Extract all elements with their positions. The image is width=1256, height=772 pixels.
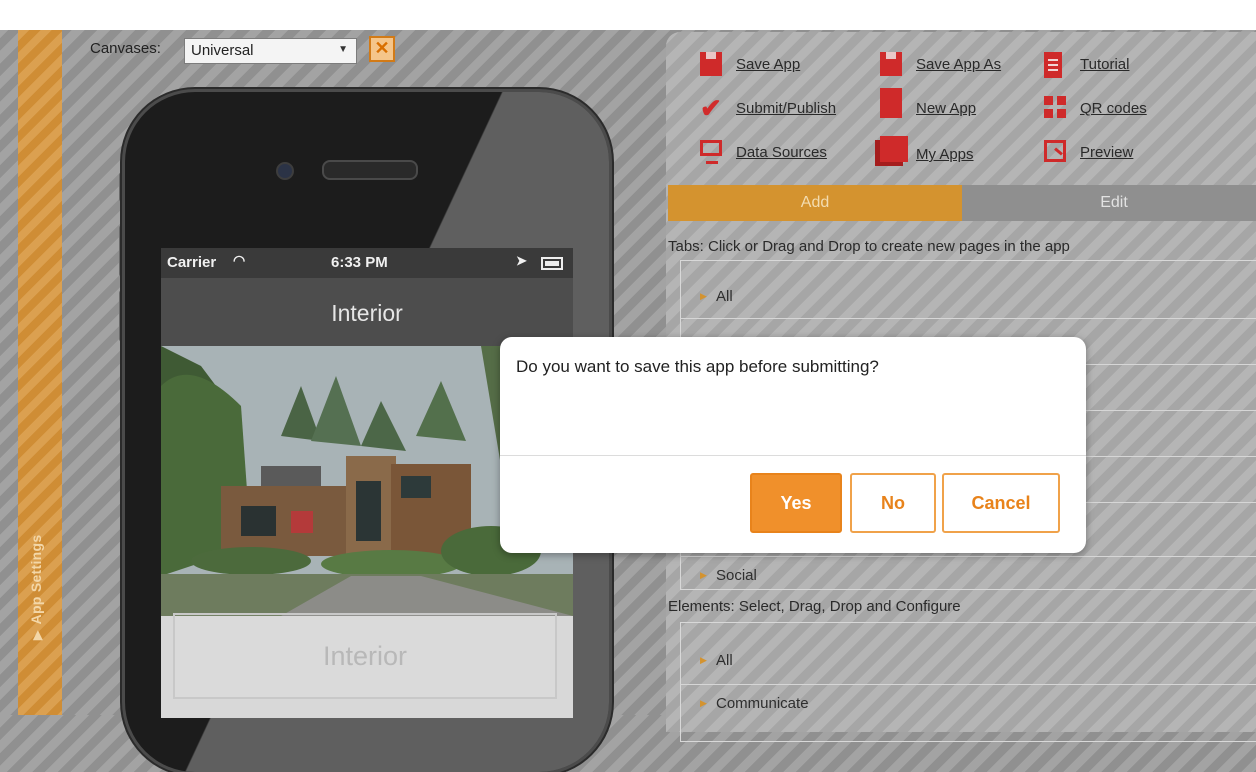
expand-arrow-icon: ▶ (700, 570, 707, 580)
save-app-as-button[interactable]: Save App As (880, 52, 1030, 80)
top-strip (0, 0, 1256, 30)
tab-add[interactable]: Add (668, 185, 962, 221)
data-sources-button[interactable]: Data Sources (700, 140, 860, 168)
data-sources-label: Data Sources (736, 144, 827, 161)
yes-button[interactable]: Yes (750, 473, 842, 533)
app-settings-label: App Settings (28, 534, 44, 625)
my-apps-icon (880, 136, 908, 162)
save-confirm-dialog: Do you want to save this app before subm… (500, 337, 1086, 553)
dialog-message: Do you want to save this app before subm… (516, 357, 879, 376)
monitor-icon (700, 140, 722, 164)
expand-triangle-icon: ▶ (30, 630, 44, 640)
phone-camera (276, 162, 294, 180)
app-nav-bar: Interior (161, 278, 573, 346)
list-item-label: Social (716, 567, 757, 584)
phone-speaker (322, 160, 418, 180)
my-apps-button[interactable]: My Apps (880, 136, 1020, 164)
qr-code-icon (1044, 96, 1066, 118)
list-item-label: All (716, 288, 733, 305)
tabs-section-label: Tabs: Click or Drag and Drop to create n… (668, 238, 1070, 255)
preview-magnifier-icon (1044, 140, 1066, 162)
checkmark-icon: ✔ (700, 93, 722, 123)
list-item[interactable]: ▶ All (680, 278, 1256, 318)
save-app-button[interactable]: Save App (700, 52, 840, 80)
submit-publish-label: Submit/Publish (736, 100, 837, 117)
list-item[interactable]: ▶ All (680, 642, 1256, 682)
save-app-as-label: Save App As (916, 56, 1002, 73)
expand-arrow-icon: ▶ (700, 291, 707, 301)
elements-list (680, 622, 1256, 742)
app-settings-toggle[interactable]: ▶ App Settings (28, 535, 44, 640)
elements-section-label: Elements: Select, Drag, Drop and Configu… (668, 598, 961, 615)
wifi-icon: ◠ (233, 252, 246, 268)
expand-arrow-icon: ▶ (700, 698, 707, 708)
battery-icon (541, 257, 563, 270)
save-app-label: Save App (736, 56, 801, 73)
app-nav-title: Interior (331, 300, 403, 326)
cancel-button[interactable]: Cancel (942, 473, 1060, 533)
list-item[interactable]: ▶ Communicate (680, 684, 1256, 724)
canvas-select-value: Universal (191, 42, 254, 59)
status-bar: Carrier ◠ 6:33 PM ➤ (161, 248, 573, 278)
status-time: 6:33 PM (331, 254, 388, 271)
dialog-divider (500, 455, 1086, 456)
add-edit-tabs: Add Edit (668, 185, 1256, 221)
new-app-label: New App (916, 100, 977, 117)
list-item-label: Communicate (716, 695, 809, 712)
save-disk-icon (700, 52, 722, 76)
preview-button[interactable]: Preview (1044, 140, 1184, 168)
list-item[interactable]: ▶ Social (680, 556, 1256, 596)
submit-publish-button[interactable]: ✔ Submit/Publish (700, 93, 860, 124)
carrier-label: Carrier (167, 254, 217, 271)
dropdown-arrow-icon: ▼ (338, 44, 348, 55)
new-app-icon (880, 88, 902, 118)
save-as-disk-icon (880, 52, 902, 76)
location-arrow-icon: ➤ (516, 253, 527, 268)
list-item-label: All (716, 652, 733, 669)
canvas-select[interactable]: Universal ▼ (184, 38, 357, 64)
tutorial-label: Tutorial (1080, 56, 1130, 73)
expand-arrow-icon: ▶ (700, 655, 707, 665)
interior-screen-button[interactable]: Interior (173, 613, 557, 699)
close-canvas-button[interactable]: ✕ (369, 36, 395, 62)
tab-edit[interactable]: Edit (962, 185, 1256, 221)
qr-codes-label: QR codes (1080, 100, 1147, 117)
new-app-button[interactable]: New App (880, 88, 1020, 118)
preview-label: Preview (1080, 144, 1134, 161)
tutorial-document-icon (1044, 52, 1062, 78)
my-apps-label: My Apps (916, 146, 974, 163)
canvases-label: Canvases: (90, 40, 161, 57)
tutorial-button[interactable]: Tutorial (1044, 52, 1174, 80)
qr-codes-button[interactable]: QR codes (1044, 96, 1184, 124)
no-button[interactable]: No (850, 473, 936, 533)
